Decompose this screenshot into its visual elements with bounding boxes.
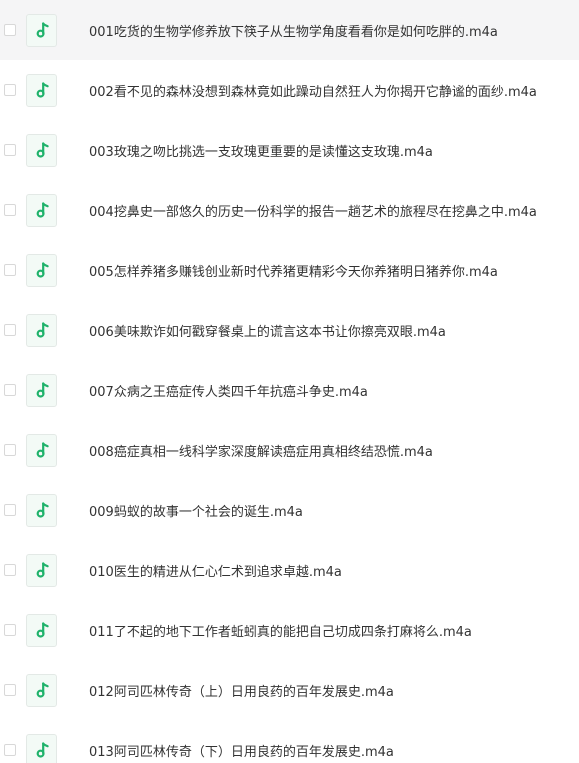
file-row[interactable]: 006美味欺诈如何戳穿餐桌上的谎言这本书让你擦亮双眼.m4a	[0, 300, 579, 360]
file-checkbox[interactable]	[4, 744, 16, 756]
file-row[interactable]: 013阿司匹林传奇（下）日用良药的百年发展史.m4a	[0, 720, 579, 763]
file-row[interactable]: 004挖鼻史一部悠久的历史一份科学的报告一趟艺术的旅程尽在挖鼻之中.m4a	[0, 180, 579, 240]
music-note-icon	[26, 13, 57, 47]
file-name[interactable]: 001吃货的生物学修养放下筷子从生物学角度看看你是如何吃胖的.m4a	[89, 21, 498, 40]
file-name[interactable]: 005怎样养猪多赚钱创业新时代养猪更精彩今天你养猪明日猪养你.m4a	[89, 261, 498, 280]
music-note-icon	[26, 733, 57, 763]
file-row[interactable]: 010医生的精进从仁心仁术到追求卓越.m4a	[0, 540, 579, 600]
file-checkbox[interactable]	[4, 204, 16, 216]
file-row[interactable]: 007众病之王癌症传人类四千年抗癌斗争史.m4a	[0, 360, 579, 420]
file-list: 001吃货的生物学修养放下筷子从生物学角度看看你是如何吃胖的.m4a 002看不见…	[0, 0, 579, 763]
music-note-icon	[26, 553, 57, 587]
file-name[interactable]: 003玫瑰之吻比挑选一支玫瑰更重要的是读懂这支玫瑰.m4a	[89, 141, 433, 160]
file-row[interactable]: 008癌症真相一线科学家深度解读癌症用真相终结恐慌.m4a	[0, 420, 579, 480]
file-name[interactable]: 009蚂蚁的故事一个社会的诞生.m4a	[89, 501, 303, 520]
file-row[interactable]: 009蚂蚁的故事一个社会的诞生.m4a	[0, 480, 579, 540]
file-name[interactable]: 007众病之王癌症传人类四千年抗癌斗争史.m4a	[89, 381, 368, 400]
file-checkbox[interactable]	[4, 564, 16, 576]
file-name[interactable]: 012阿司匹林传奇（上）日用良药的百年发展史.m4a	[89, 681, 394, 700]
file-checkbox[interactable]	[4, 24, 16, 36]
file-checkbox[interactable]	[4, 264, 16, 276]
file-row[interactable]: 011了不起的地下工作者蚯蚓真的能把自己切成四条打麻将么.m4a	[0, 600, 579, 660]
file-name[interactable]: 004挖鼻史一部悠久的历史一份科学的报告一趟艺术的旅程尽在挖鼻之中.m4a	[89, 201, 537, 220]
music-note-icon	[26, 133, 57, 167]
music-note-icon	[26, 673, 57, 707]
file-name[interactable]: 011了不起的地下工作者蚯蚓真的能把自己切成四条打麻将么.m4a	[89, 621, 472, 640]
file-checkbox[interactable]	[4, 504, 16, 516]
file-row[interactable]: 002看不见的森林没想到森林竟如此躁动自然狂人为你揭开它静谧的面纱.m4a	[0, 60, 579, 120]
music-note-icon	[26, 433, 57, 467]
file-name[interactable]: 006美味欺诈如何戳穿餐桌上的谎言这本书让你擦亮双眼.m4a	[89, 321, 446, 340]
file-checkbox[interactable]	[4, 84, 16, 96]
file-checkbox[interactable]	[4, 144, 16, 156]
music-note-icon	[26, 73, 57, 107]
file-checkbox[interactable]	[4, 684, 16, 696]
music-note-icon	[26, 373, 57, 407]
file-row[interactable]: 001吃货的生物学修养放下筷子从生物学角度看看你是如何吃胖的.m4a	[0, 0, 579, 60]
file-name[interactable]: 002看不见的森林没想到森林竟如此躁动自然狂人为你揭开它静谧的面纱.m4a	[89, 81, 537, 100]
music-note-icon	[26, 253, 57, 287]
file-row[interactable]: 003玫瑰之吻比挑选一支玫瑰更重要的是读懂这支玫瑰.m4a	[0, 120, 579, 180]
file-checkbox[interactable]	[4, 384, 16, 396]
file-name[interactable]: 008癌症真相一线科学家深度解读癌症用真相终结恐慌.m4a	[89, 441, 433, 460]
file-checkbox[interactable]	[4, 624, 16, 636]
music-note-icon	[26, 613, 57, 647]
music-note-icon	[26, 313, 57, 347]
file-checkbox[interactable]	[4, 324, 16, 336]
file-row[interactable]: 005怎样养猪多赚钱创业新时代养猪更精彩今天你养猪明日猪养你.m4a	[0, 240, 579, 300]
file-name[interactable]: 010医生的精进从仁心仁术到追求卓越.m4a	[89, 561, 342, 580]
file-checkbox[interactable]	[4, 444, 16, 456]
file-row[interactable]: 012阿司匹林传奇（上）日用良药的百年发展史.m4a	[0, 660, 579, 720]
music-note-icon	[26, 493, 57, 527]
file-name[interactable]: 013阿司匹林传奇（下）日用良药的百年发展史.m4a	[89, 741, 394, 760]
music-note-icon	[26, 193, 57, 227]
